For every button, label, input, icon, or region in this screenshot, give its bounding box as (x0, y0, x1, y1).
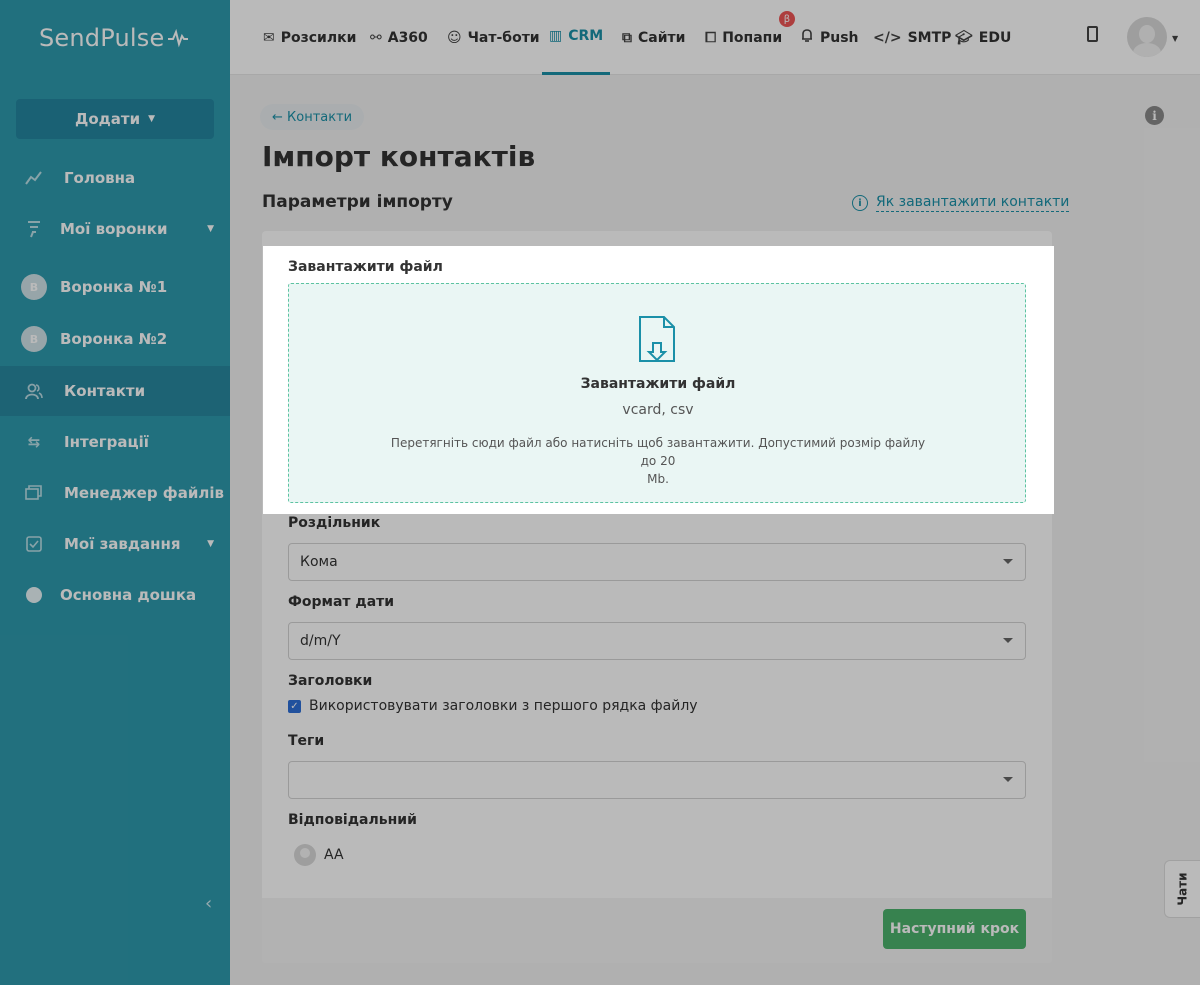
upload-panel: Завантажити файл Завантажити файл vcard,… (263, 246, 1054, 514)
upload-label: Завантажити файл (288, 259, 443, 275)
dropzone-hint: Перетягніть сюди файл або натисніть щоб … (384, 434, 932, 488)
file-dropzone[interactable]: Завантажити файл vcard, csv Перетягніть … (288, 283, 1026, 503)
dropzone-title: Завантажити файл (580, 376, 736, 392)
dropzone-hint-line1: Перетягніть сюди файл або натисніть щоб … (390, 436, 926, 468)
file-download-icon (639, 316, 675, 362)
dropzone-hint-line2: Mb. (647, 472, 669, 486)
dropzone-formats: vcard, csv (622, 402, 694, 418)
